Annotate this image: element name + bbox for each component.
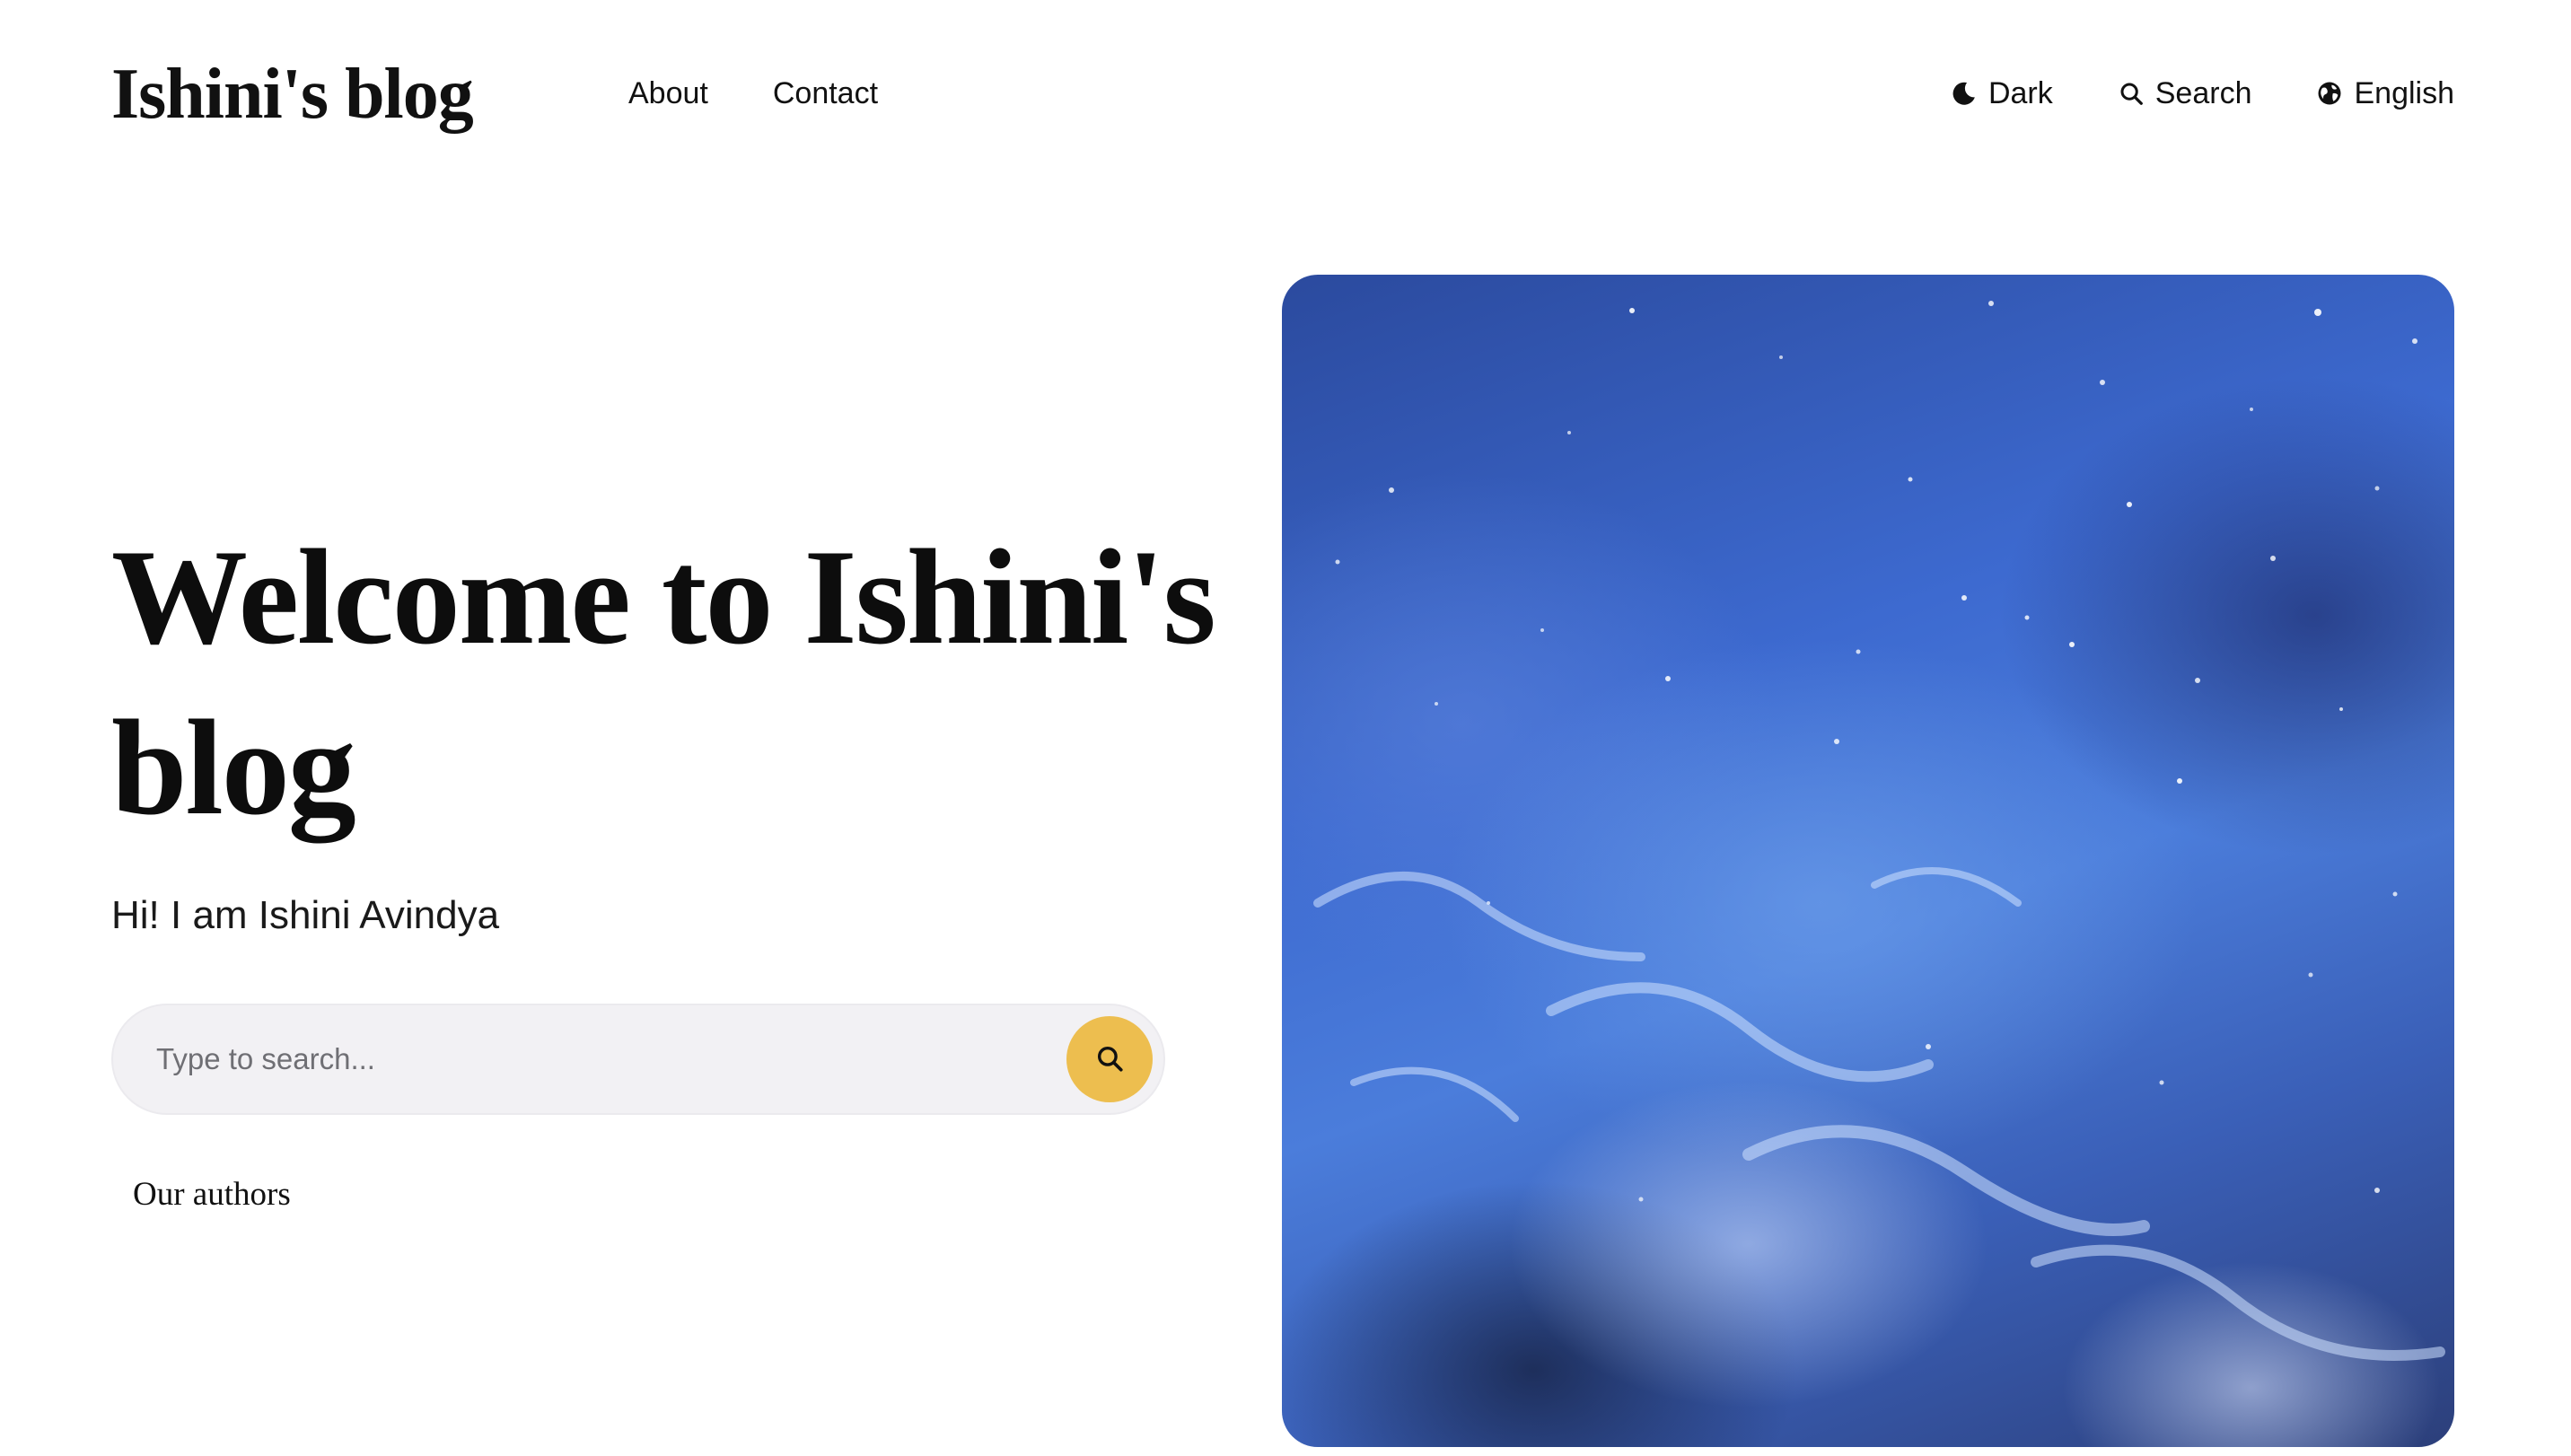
globe-icon — [2316, 80, 2343, 107]
site-logo[interactable]: Ishini's blog — [111, 45, 474, 144]
hero-image — [1282, 275, 2454, 1447]
language-selector[interactable]: English — [2316, 66, 2454, 120]
nav-link-contact[interactable]: Contact — [773, 66, 878, 120]
search-icon — [1094, 1043, 1125, 1076]
search-icon — [2118, 80, 2145, 107]
theme-toggle-label: Dark — [1987, 76, 2053, 110]
nav-link-about[interactable]: About — [628, 66, 708, 120]
theme-toggle-button[interactable]: Dark — [1951, 66, 2053, 120]
hero-subtitle: Hi! I am Ishini Avindya — [111, 893, 500, 937]
hero-title: Welcome to Ishini's blog — [111, 522, 1216, 843]
header-utilities: Dark Search English — [1951, 66, 2454, 120]
authors-link[interactable]: Our authors — [133, 1172, 291, 1217]
header-search-label: Search — [2154, 76, 2252, 110]
language-label: English — [2354, 76, 2454, 110]
hero-search-box — [111, 1004, 1165, 1115]
hero-search-button[interactable] — [1066, 1016, 1153, 1102]
header-search-button[interactable]: Search — [2118, 66, 2252, 120]
moon-icon — [1951, 80, 1978, 107]
site-header: Ishini's blog About Contact Dark Search — [0, 0, 2571, 189]
hero-search-input[interactable] — [154, 1005, 1052, 1113]
main-nav: About Contact — [628, 66, 878, 120]
